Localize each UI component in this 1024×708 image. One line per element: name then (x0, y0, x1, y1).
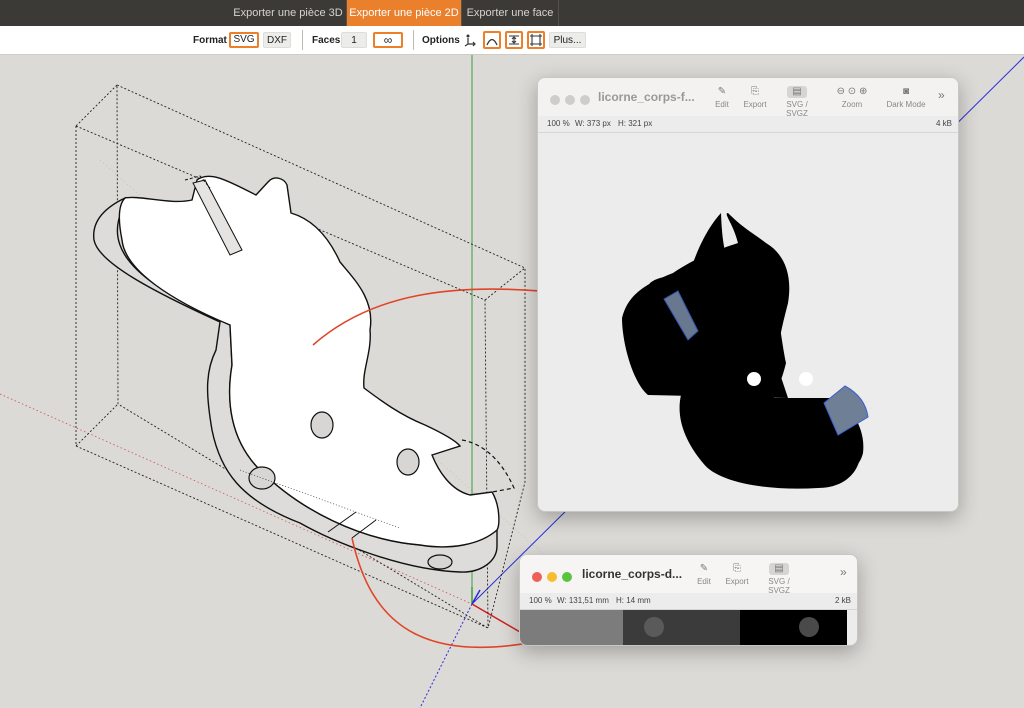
export-icon: ⎘ (751, 86, 759, 97)
height-value: H: 321 px (618, 119, 653, 128)
zoom-window-button[interactable] (562, 572, 572, 582)
zoom-tool[interactable]: ⊖ ⊙ ⊕ Zoom (828, 86, 876, 109)
toolbar-overflow-icon[interactable]: » (840, 565, 847, 579)
preview-hole-1 (747, 372, 761, 386)
blue-axis-dashed (419, 603, 473, 708)
export-label: Export (743, 100, 767, 109)
more-options-button[interactable]: Plus... (549, 32, 586, 48)
strip-segment-3 (740, 610, 847, 645)
options-label: Options (422, 35, 460, 46)
side-hole-2 (427, 554, 453, 570)
window-title: licorne_corps-f... (598, 90, 695, 104)
faces-count-field[interactable]: 1 (341, 32, 367, 48)
svg-preview-canvas (622, 213, 869, 489)
align-center-icon[interactable] (505, 31, 523, 49)
info-bar: 100 % W: 373 px H: 321 px 4 kB (538, 116, 958, 133)
window-titlebar[interactable]: licorne_corps-f... ✎ Edit ⎘ Export ▤ SVG / … (538, 78, 958, 118)
width-value: W: 373 px (575, 119, 611, 128)
tab-export-face[interactable]: Exporter une face (462, 0, 559, 26)
export-tool[interactable]: ⎘ Export (740, 86, 770, 109)
window-controls (532, 569, 577, 587)
dark-mode-icon: ◙ (902, 86, 910, 97)
zoom-label: Zoom (841, 100, 863, 109)
svg-svgz-tool[interactable]: ▤ SVG / SVGZ (775, 86, 819, 118)
toolbar-overflow-icon[interactable]: » (938, 88, 945, 102)
tab-export-3d[interactable]: Exporter une pièce 3D (230, 0, 347, 26)
format-svg-button[interactable]: SVG (229, 32, 259, 48)
strip-segment-1 (520, 610, 623, 645)
window-title: licorne_corps-d... (582, 567, 683, 581)
strip-hole-2 (799, 617, 819, 637)
close-button[interactable] (532, 572, 542, 582)
tail-outline (461, 439, 515, 493)
dark-mode-tool[interactable]: ◙ Dark Mode (884, 86, 928, 109)
document-icon: ▤ (769, 563, 789, 575)
edge-preview-window[interactable]: licorne_corps-d... ✎ Edit ⎘ Export ▤ SVG / … (519, 554, 858, 646)
edit-label: Edit (715, 100, 729, 109)
info-bar: 100 % W: 131,51 mm H: 14 mm 2 kB (520, 593, 857, 610)
unicorn-top-face[interactable] (118, 175, 500, 548)
strip-segment-2 (623, 610, 740, 645)
format-label: Format (193, 35, 227, 46)
faces-label: Faces (312, 35, 341, 46)
export-toolbar: Format SVG DXF Faces 1 ∞ Options Plus... (0, 26, 1024, 55)
pencil-icon: ✎ (717, 86, 727, 97)
faces-infinite-button[interactable]: ∞ (373, 32, 403, 48)
zoom-icons: ⊖ ⊙ ⊕ (836, 86, 868, 97)
dark-mode-label: Dark Mode (886, 100, 926, 109)
close-button[interactable] (550, 95, 560, 105)
zoom-value: 100 % (529, 596, 552, 605)
window-titlebar[interactable]: licorne_corps-d... ✎ Edit ⎘ Export ▤ SVG / … (520, 555, 857, 595)
export-icon: ⎘ (733, 563, 741, 574)
edge-preview-canvas (520, 610, 847, 645)
tab-export-2d[interactable]: Exporter une pièce 2D (347, 0, 462, 26)
toolbar-divider (302, 30, 303, 50)
file-size: 4 kB (935, 119, 952, 128)
pencil-icon: ✎ (699, 563, 709, 574)
export-tab-bar: Exporter une pièce 3D Exporter une pièce… (0, 0, 1024, 26)
side-hole-1 (248, 466, 276, 490)
zoom-window-button[interactable] (580, 95, 590, 105)
window-controls (550, 92, 595, 110)
height-value: H: 14 mm (616, 596, 651, 605)
export-tool[interactable]: ⎘ Export (722, 563, 752, 586)
preview-hole-2 (799, 372, 813, 386)
curve-option-icon[interactable] (483, 31, 501, 49)
width-value: W: 131,51 mm (557, 596, 609, 605)
minimize-button[interactable] (565, 95, 575, 105)
svg-preview-window[interactable]: licorne_corps-f... ✎ Edit ⎘ Export ▤ SVG / … (537, 77, 959, 512)
orient-axes-icon[interactable] (462, 31, 480, 49)
minimize-button[interactable] (547, 572, 557, 582)
edit-tool[interactable]: ✎ Edit (710, 86, 734, 109)
bounding-box-icon[interactable] (527, 31, 545, 49)
zoom-value: 100 % (547, 119, 570, 128)
edit-tool[interactable]: ✎ Edit (692, 563, 716, 586)
export-label: Export (725, 577, 749, 586)
document-icon: ▤ (787, 86, 807, 98)
hole-2 (396, 448, 420, 476)
strip-hole-1 (644, 617, 664, 637)
hole-1 (310, 411, 334, 439)
edit-label: Edit (697, 577, 711, 586)
format-dxf-button[interactable]: DXF (263, 32, 291, 48)
svg-svgz-tool[interactable]: ▤ SVG / SVGZ (757, 563, 801, 595)
file-size: 2 kB (834, 596, 851, 605)
red-axis (471, 603, 521, 633)
toolbar-divider (413, 30, 414, 50)
